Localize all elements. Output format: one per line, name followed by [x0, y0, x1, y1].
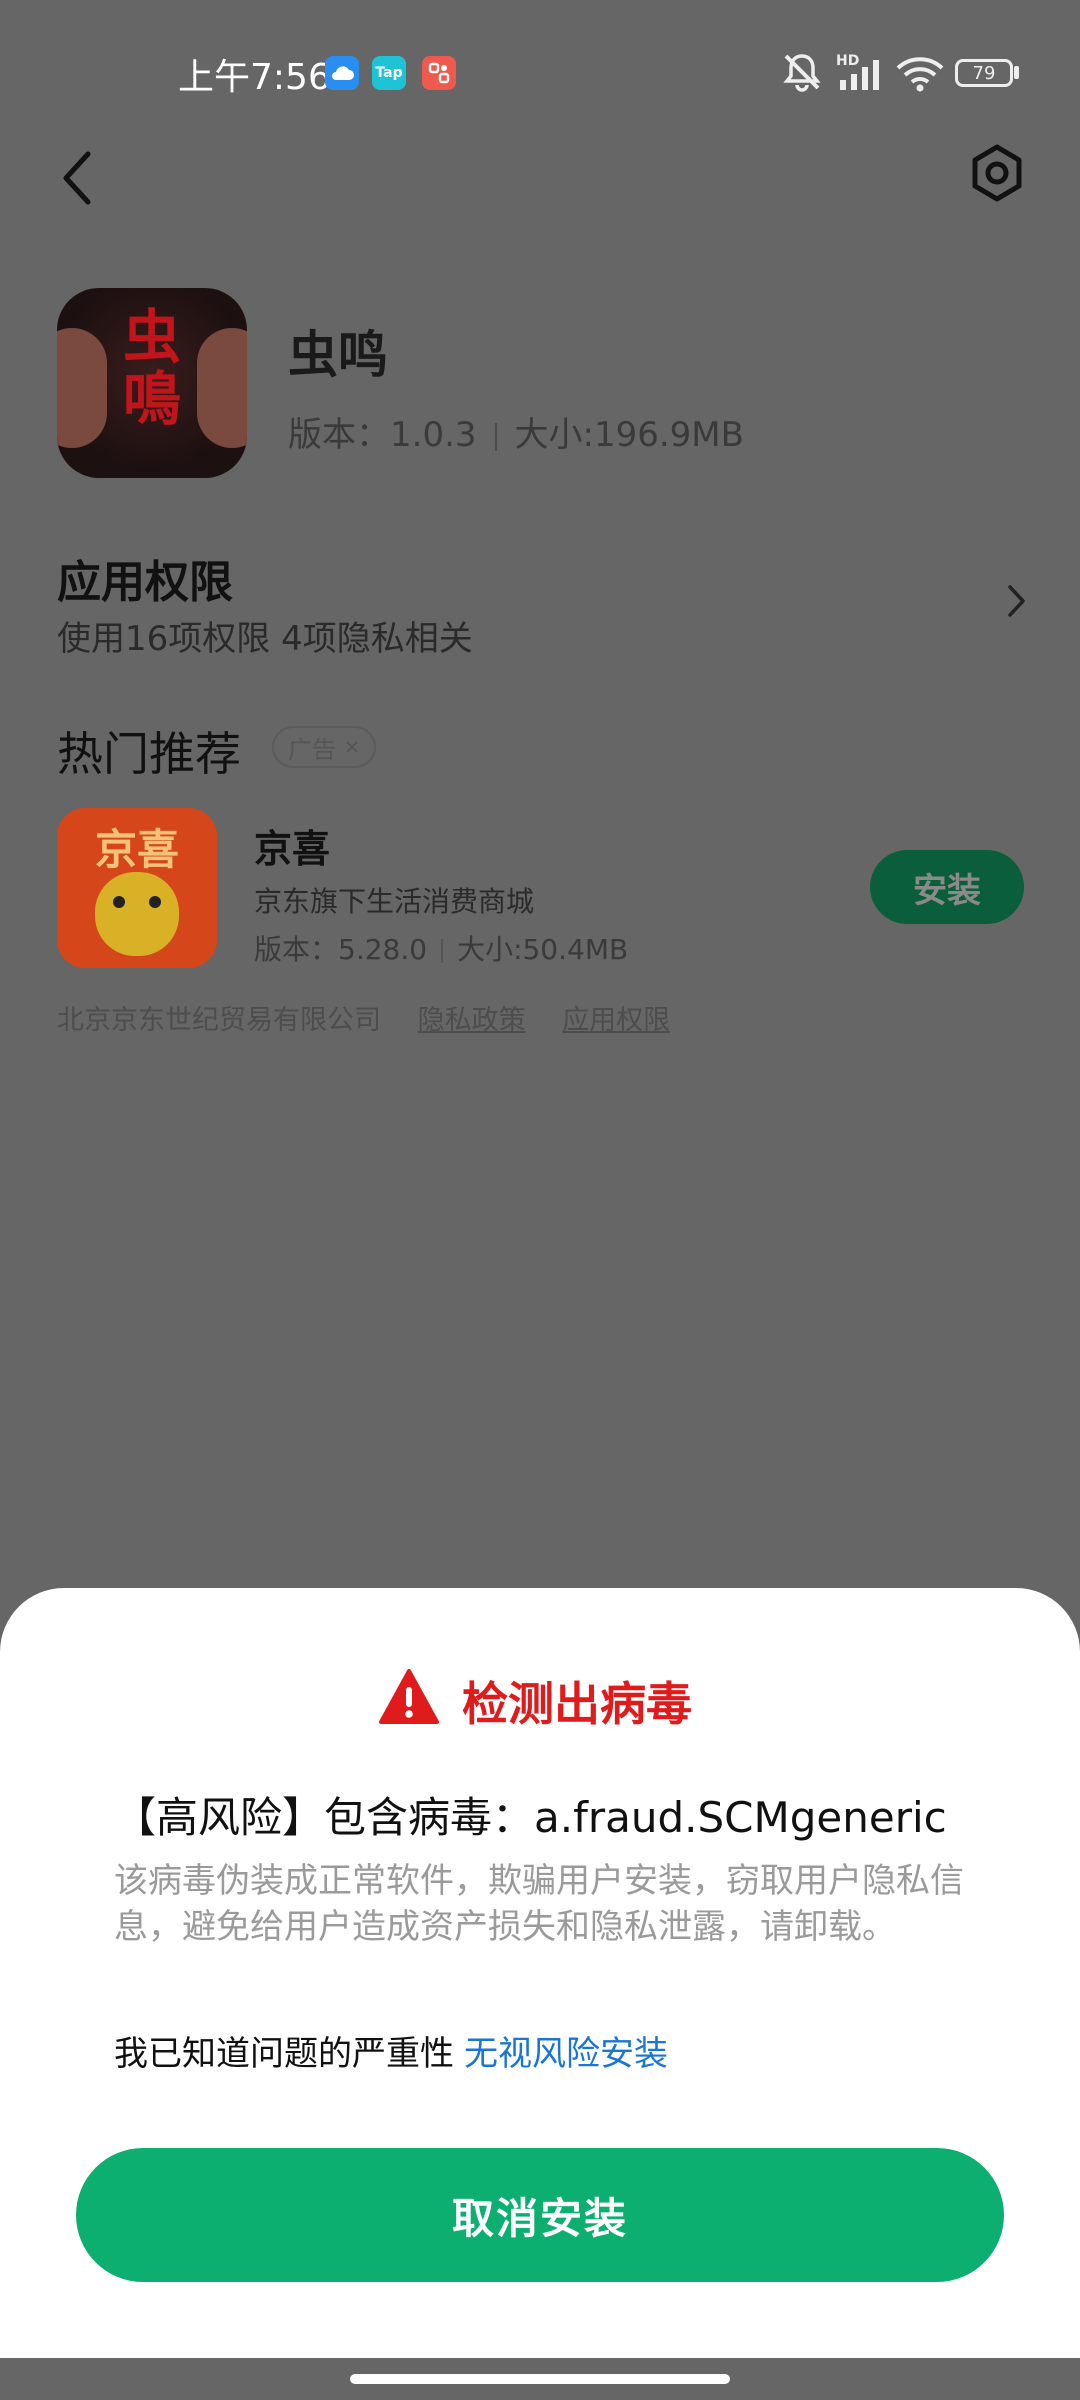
- wifi-icon: [896, 57, 944, 92]
- recommend-title: 热门推荐: [57, 727, 241, 781]
- app-size: 大小:196.9MB: [514, 415, 744, 455]
- app-permissions-link[interactable]: 应用权限: [562, 1005, 670, 1036]
- acknowledge-text: 我已知道问题的严重性: [114, 2034, 454, 2074]
- cloud-icon: [325, 56, 359, 90]
- battery-indicator: 79: [955, 59, 1013, 87]
- taptap-icon: Tap: [372, 56, 406, 90]
- cancel-install-button[interactable]: 取消安装: [76, 2148, 1004, 2282]
- battery-cap: [1014, 66, 1019, 79]
- dialog-title: 检测出病毒: [462, 1677, 692, 1731]
- gear-icon[interactable]: [968, 144, 1026, 202]
- acknowledge-row: 我已知道问题的严重性 无视风险安装: [114, 2026, 668, 2075]
- privacy-policy-link[interactable]: 隐私政策: [418, 1005, 526, 1036]
- permissions-title[interactable]: 应用权限: [57, 546, 233, 610]
- app-name: 虫鸣: [288, 326, 388, 384]
- ignore-risk-install-link[interactable]: 无视风险安装: [464, 2034, 668, 2074]
- home-indicator[interactable]: [350, 2374, 730, 2384]
- ad-label: 广告: [288, 735, 336, 764]
- app-icon: 虫鳴: [57, 288, 247, 478]
- recommend-size: 大小:50.4MB: [457, 933, 629, 966]
- recommend-version: 版本：5.28.0: [254, 933, 428, 966]
- install-button[interactable]: 安装: [870, 850, 1024, 924]
- recommend-app-meta: 版本：5.28.0 大小:50.4MB: [254, 928, 628, 968]
- battery-level: 79: [972, 62, 996, 84]
- developer-name: 北京京东世纪贸易有限公司: [57, 1005, 381, 1036]
- warning-icon: [379, 1669, 439, 1724]
- ad-badge[interactable]: 广告: [272, 726, 376, 768]
- mascot-illustration: [95, 872, 179, 956]
- taptap-label: Tap: [375, 65, 403, 81]
- status-time: 上午7:56: [178, 57, 331, 98]
- recommend-app-description: 京东旗下生活消费商城: [254, 885, 535, 918]
- developer-footer: 北京京东世纪贸易有限公司 隐私政策 应用权限: [57, 998, 670, 1037]
- recommend-app-icon[interactable]: 京喜: [57, 808, 217, 968]
- mute-bell-icon: [783, 54, 821, 92]
- chevron-left-icon[interactable]: [58, 148, 98, 208]
- app-icon-text: 虫鳴: [122, 303, 181, 433]
- chevron-right-icon[interactable]: [1004, 583, 1028, 619]
- virus-description: 该病毒伪装成正常软件，欺骗用户安装，窃取用户隐私信息，避免给用户造成资产损失和隐…: [114, 1861, 964, 1947]
- signal-icon: [840, 60, 879, 90]
- recommend-icon-text: 京喜: [94, 825, 179, 874]
- app-notification-icon: [422, 56, 456, 90]
- app-icon-face-left: [57, 328, 107, 448]
- recommend-app-name[interactable]: 京喜: [254, 818, 330, 873]
- close-icon[interactable]: [344, 739, 360, 755]
- meta-divider: [494, 422, 497, 451]
- app-icon-face-right: [197, 328, 247, 448]
- meta-divider: [441, 939, 444, 963]
- virus-name: 【高风险】包含病毒：a.fraud.SCMgeneric: [114, 1793, 947, 1842]
- app-meta: 版本：1.0.3 大小:196.9MB: [288, 407, 744, 456]
- permissions-summary[interactable]: 使用16项权限 4项隐私相关: [57, 611, 473, 660]
- app-version: 版本：1.0.3: [288, 415, 477, 455]
